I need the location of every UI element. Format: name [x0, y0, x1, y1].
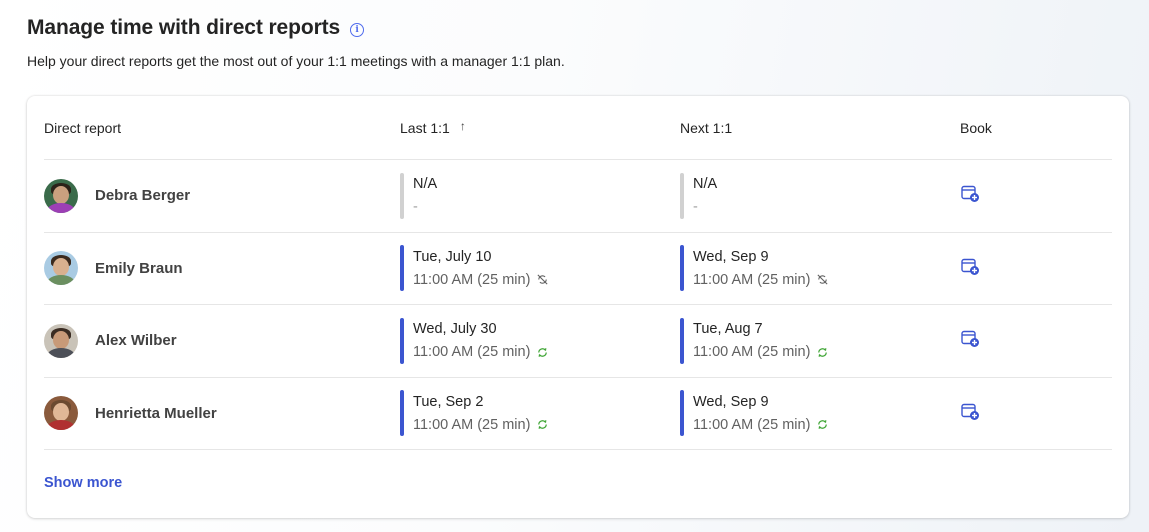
recurrence-off-icon — [817, 274, 828, 285]
book-calendar-add-icon[interactable] — [960, 183, 980, 203]
meeting-date: N/A — [413, 176, 438, 193]
person-name[interactable]: Henrietta Mueller — [95, 405, 217, 422]
meeting-info: N/A - — [680, 172, 960, 219]
avatar[interactable] — [44, 323, 78, 358]
meeting-time-row: 11:00 AM (25 min) — [693, 343, 829, 361]
person-name[interactable]: Debra Berger — [95, 187, 190, 204]
next-1-1-cell: N/A - — [680, 172, 960, 219]
book-cell — [960, 256, 1112, 281]
person-cell: Emily Braun — [44, 251, 400, 286]
last-1-1-cell: Tue, July 10 11:00 AM (25 min) — [400, 245, 680, 292]
avatar[interactable] — [44, 396, 78, 431]
meeting-date: Tue, July 10 — [413, 248, 492, 265]
column-header-direct-report[interactable]: Direct report — [44, 120, 400, 136]
direct-reports-table: Direct report Last 1:1 ↑ Next 1:1 Book D… — [44, 96, 1112, 450]
meeting-date: Wed, July 30 — [413, 321, 497, 338]
last-1-1-cell: Wed, July 30 11:00 AM (25 min) — [400, 317, 680, 364]
column-header-next-1-1[interactable]: Next 1:1 — [680, 120, 960, 136]
page-header: Manage time with direct reports i — [27, 16, 365, 40]
meeting-time-row: 11:00 AM (25 min) — [693, 271, 829, 289]
column-header-last-1-1[interactable]: Last 1:1 ↑ — [400, 119, 680, 136]
book-calendar-add-icon[interactable] — [960, 256, 980, 276]
meeting-time-row: 11:00 AM (25 min) — [413, 271, 549, 289]
person-cell: Henrietta Mueller — [44, 396, 400, 431]
meeting-indicator-bar — [400, 317, 404, 364]
person-cell: Debra Berger — [44, 178, 400, 213]
meeting-info[interactable]: Wed, Sep 9 11:00 AM (25 min) — [680, 390, 960, 437]
meeting-info[interactable]: Tue, Sep 2 11:00 AM (25 min) — [400, 390, 680, 437]
next-1-1-cell: Tue, Aug 7 11:00 AM (25 min) — [680, 317, 960, 364]
meeting-time: 11:00 AM (25 min) — [413, 344, 531, 361]
next-1-1-cell: Wed, Sep 9 11:00 AM (25 min) — [680, 245, 960, 292]
book-calendar-add-icon[interactable] — [960, 328, 980, 348]
person-name[interactable]: Alex Wilber — [95, 332, 177, 349]
meeting-date: N/A — [693, 176, 718, 193]
meeting-time: - — [693, 199, 698, 216]
meeting-indicator-bar — [680, 317, 684, 364]
recurring-icon — [538, 420, 548, 430]
meeting-time: 11:00 AM (25 min) — [413, 416, 531, 433]
page-title: Manage time with direct reports — [27, 16, 341, 39]
table-row: Emily Braun Tue, July 10 11:00 AM (25 mi… — [44, 233, 1112, 305]
show-more-link[interactable]: Show more — [44, 475, 122, 491]
info-icon[interactable]: i — [350, 22, 365, 37]
avatar[interactable] — [44, 251, 78, 286]
meeting-time: 11:00 AM (25 min) — [693, 416, 811, 433]
last-1-1-cell: N/A - — [400, 172, 680, 219]
meeting-date: Wed, Sep 9 — [693, 248, 769, 265]
table-header: Direct report Last 1:1 ↑ Next 1:1 Book — [44, 96, 1112, 160]
book-cell — [960, 401, 1112, 426]
meeting-time: 11:00 AM (25 min) — [413, 271, 531, 288]
meeting-indicator-bar — [680, 172, 684, 219]
book-cell — [960, 328, 1112, 353]
meeting-date: Tue, Sep 2 — [413, 393, 484, 410]
column-header-last-label: Last 1:1 — [400, 119, 450, 136]
meeting-time-row: 11:00 AM (25 min) — [413, 416, 549, 434]
meeting-indicator-bar — [400, 172, 404, 219]
page-subtitle: Help your direct reports get the most ou… — [27, 53, 565, 69]
book-calendar-add-icon[interactable] — [960, 401, 980, 421]
direct-reports-card: Direct report Last 1:1 ↑ Next 1:1 Book D… — [27, 96, 1129, 518]
recurrence-off-icon — [537, 274, 548, 285]
sort-ascending-icon[interactable]: ↑ — [460, 119, 466, 133]
person-name[interactable]: Emily Braun — [95, 260, 183, 277]
table-row: Alex Wilber Wed, July 30 11:00 AM (25 mi… — [44, 305, 1112, 378]
meeting-indicator-bar — [400, 245, 404, 292]
meeting-info[interactable]: Tue, July 10 11:00 AM (25 min) — [400, 245, 680, 292]
recurring-icon — [818, 347, 828, 357]
column-header-book: Book — [960, 119, 992, 136]
meeting-info: N/A - — [400, 172, 680, 219]
book-cell — [960, 183, 1112, 208]
meeting-time: 11:00 AM (25 min) — [693, 271, 811, 288]
person-cell: Alex Wilber — [44, 323, 400, 358]
meeting-indicator-bar — [400, 390, 404, 437]
meeting-info[interactable]: Wed, July 30 11:00 AM (25 min) — [400, 317, 680, 364]
table-row: Debra Berger N/A - N/A - — [44, 160, 1112, 233]
meeting-info[interactable]: Tue, Aug 7 11:00 AM (25 min) — [680, 317, 960, 364]
meeting-time-row: 11:00 AM (25 min) — [413, 343, 549, 361]
meeting-indicator-bar — [680, 245, 684, 292]
table-row: Henrietta Mueller Tue, Sep 2 11:00 AM (2… — [44, 378, 1112, 450]
meeting-date: Tue, Aug 7 — [693, 321, 763, 338]
meeting-info[interactable]: Wed, Sep 9 11:00 AM (25 min) — [680, 245, 960, 292]
meeting-time: - — [413, 199, 418, 216]
meeting-time: 11:00 AM (25 min) — [693, 344, 811, 361]
avatar[interactable] — [44, 178, 78, 213]
last-1-1-cell: Tue, Sep 2 11:00 AM (25 min) — [400, 390, 680, 437]
recurring-icon — [538, 347, 548, 357]
meeting-time-row: 11:00 AM (25 min) — [693, 416, 829, 434]
meeting-indicator-bar — [680, 390, 684, 437]
recurring-icon — [818, 420, 828, 430]
next-1-1-cell: Wed, Sep 9 11:00 AM (25 min) — [680, 390, 960, 437]
meeting-date: Wed, Sep 9 — [693, 393, 769, 410]
